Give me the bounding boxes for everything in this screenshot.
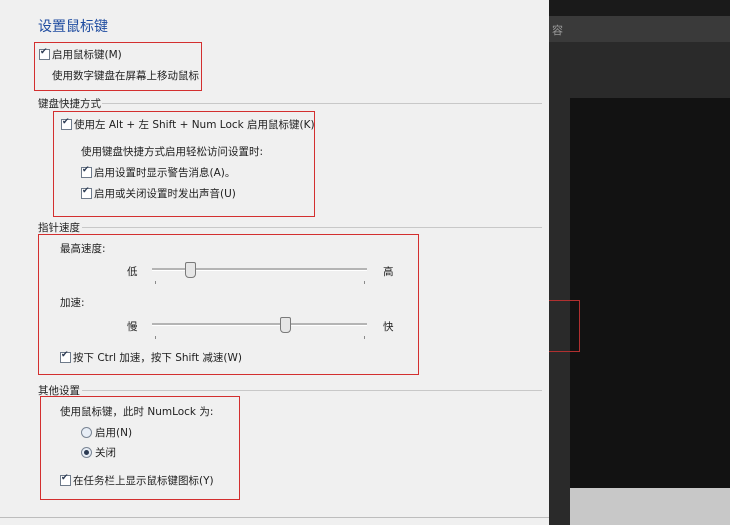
top-speed-tick-min — [155, 281, 156, 284]
enable-mouse-keys-label[interactable]: 启用鼠标键(M) — [52, 47, 122, 62]
top-speed-tick-max — [364, 281, 365, 284]
background-inner-panel — [570, 98, 730, 488]
sound-checkbox[interactable] — [81, 186, 92, 199]
background-bottom-area — [570, 488, 730, 525]
top-speed-max-label: 高 — [383, 266, 394, 278]
taskbar-icon-label[interactable]: 在任务栏上显示鼠标键图标(Y) — [73, 473, 214, 488]
numlock-off-radio[interactable] — [81, 447, 92, 458]
sound-label[interactable]: 启用或关闭设置时发出声音(U) — [94, 186, 236, 201]
shortcut-group-title: 键盘快捷方式 — [38, 98, 101, 110]
background-highlight-box — [549, 300, 580, 352]
other-settings-group-divider — [82, 390, 542, 391]
enable-mouse-keys-checkbox[interactable] — [39, 47, 50, 60]
page-title: 设置鼠标键 — [38, 19, 108, 35]
background-top-strip — [549, 0, 730, 16]
shortcut-group-divider — [102, 103, 542, 104]
ctrl-shift-label[interactable]: 按下 Ctrl 加速，按下 Shift 减速(W) — [73, 350, 242, 365]
taskbar-icon-checkbox[interactable] — [60, 473, 71, 486]
background-toolbar — [549, 16, 730, 42]
top-speed-slider-thumb[interactable] — [185, 262, 197, 278]
acceleration-max-label: 快 — [383, 321, 394, 333]
acceleration-slider-thumb[interactable] — [279, 317, 291, 333]
numlock-on-radio[interactable] — [81, 427, 92, 438]
top-speed-min-label: 低 — [127, 266, 138, 278]
pointer-speed-group-divider — [82, 227, 542, 228]
numlock-on-label[interactable]: 启用(N) — [95, 425, 132, 440]
pointer-speed-group-title: 指针速度 — [38, 222, 80, 234]
warning-message-label[interactable]: 启用设置时显示警告消息(A)。 — [94, 165, 235, 180]
mouse-keys-settings-dialog: 设置鼠标键 启用鼠标键(M) 使用数字键盘在屏幕上移动鼠标 键盘快捷方式 使用左… — [0, 0, 549, 525]
acceleration-slider-track[interactable] — [152, 323, 367, 326]
acceleration-tick-max — [364, 336, 365, 339]
acceleration-tick-min — [155, 336, 156, 339]
mouse-keys-description: 使用数字键盘在屏幕上移动鼠标 — [52, 70, 199, 82]
acceleration-label: 加速: — [60, 297, 85, 309]
numlock-off-label[interactable]: 关闭 — [95, 445, 116, 460]
warning-message-checkbox[interactable] — [81, 165, 92, 178]
shortcut-label[interactable]: 使用左 Alt + 左 Shift + Num Lock 启用鼠标键(K) — [74, 117, 315, 132]
background-toolbar-text: 容 — [552, 24, 563, 37]
shortcut-sub-caption: 使用键盘快捷方式启用轻松访问设置时: — [81, 146, 264, 158]
top-speed-label: 最高速度: — [60, 243, 106, 255]
ctrl-shift-checkbox[interactable] — [60, 350, 71, 363]
dialog-bottom-divider — [0, 517, 549, 518]
acceleration-min-label: 慢 — [127, 321, 138, 333]
shortcut-checkbox[interactable] — [61, 117, 72, 130]
numlock-caption: 使用鼠标键，此时 NumLock 为: — [60, 406, 214, 418]
